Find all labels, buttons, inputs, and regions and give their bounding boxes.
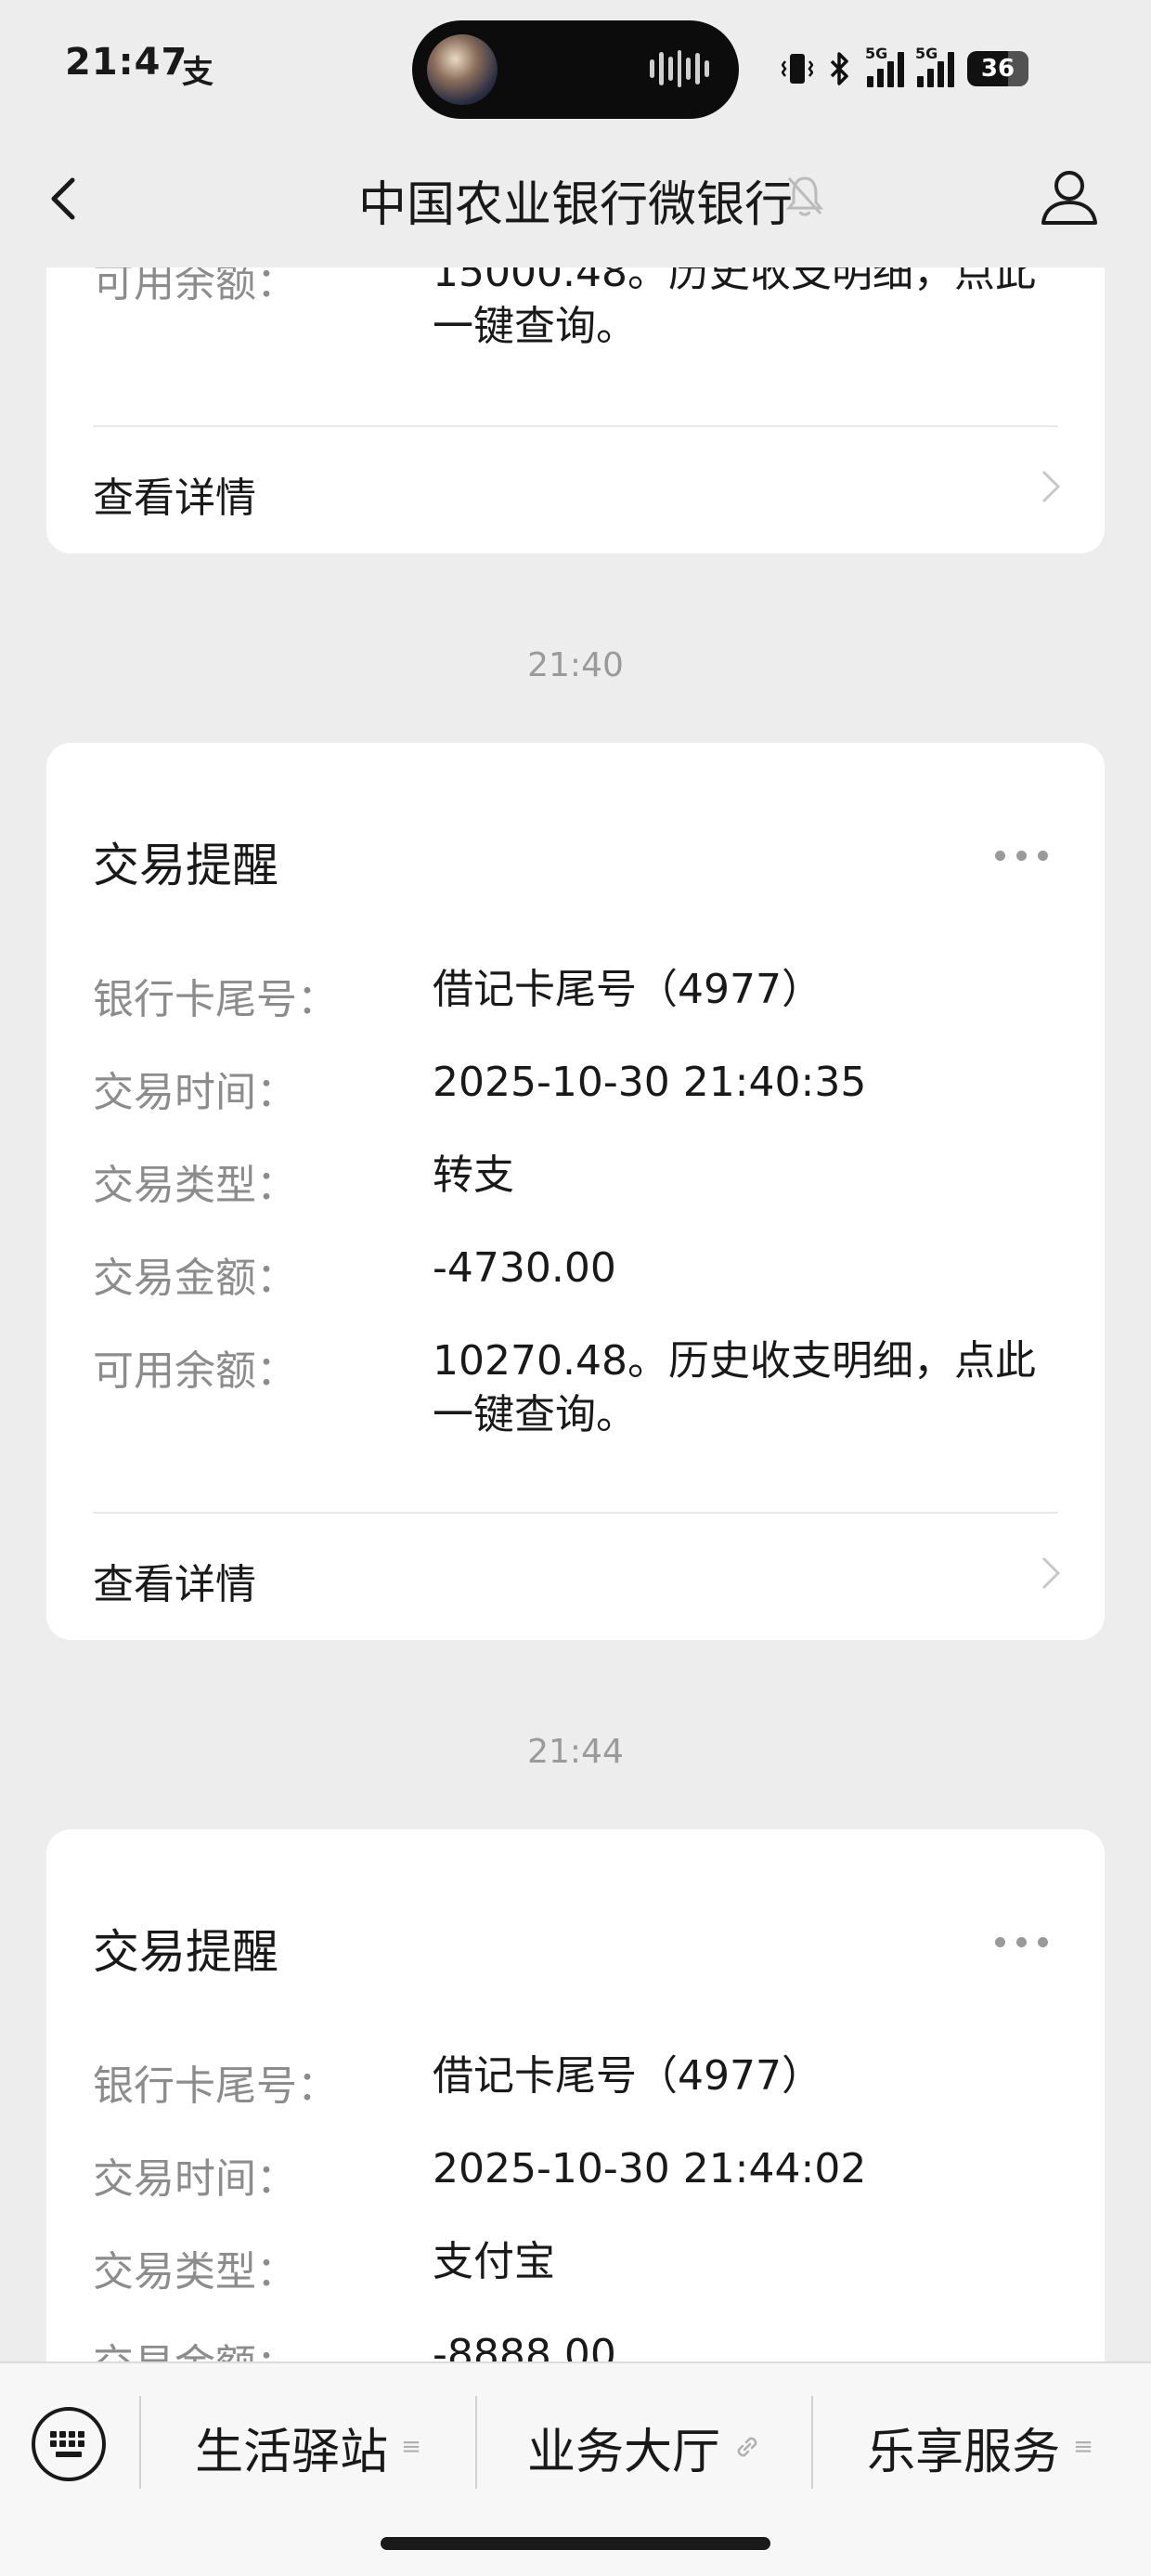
menu-enjoy-service[interactable]: 乐享服务 ≡	[813, 2414, 1147, 2480]
menu-life-station[interactable]: 生活驿站 ≡	[141, 2414, 475, 2480]
view-details-link[interactable]: 查看详情	[93, 464, 256, 524]
signal-icon: 5G	[865, 45, 904, 87]
more-options-icon[interactable]	[995, 1937, 1051, 1950]
transaction-time-value: 2025-10-30 21:40:35	[433, 1059, 867, 1106]
transaction-time-label: 交易时间：	[93, 1069, 297, 1116]
card-number-value: 借记卡尾号（4977）	[433, 2052, 822, 2100]
status-time: 21:47	[65, 41, 188, 84]
message-timestamp: 21:40	[527, 646, 624, 684]
card-number-value: 借记卡尾号（4977）	[433, 966, 822, 1013]
transaction-amount-label: 交易金额：	[93, 1255, 297, 1302]
transaction-type-value: 支付宝	[433, 2238, 555, 2285]
view-details-link[interactable]: 查看详情	[93, 1551, 256, 1610]
card-title: 交易提醒	[93, 1925, 278, 1979]
audio-wave-icon	[650, 46, 710, 91]
more-options-icon[interactable]	[995, 851, 1051, 864]
vibrate-icon	[782, 54, 813, 84]
card-divider	[93, 425, 1058, 427]
network-type-label: 5G	[865, 45, 888, 62]
chevron-right-icon	[1041, 470, 1061, 503]
menu-business-hall[interactable]: 业务大厅	[477, 2414, 811, 2480]
battery-level: 36	[980, 55, 1015, 83]
chat-title-wrap: 中国农业银行微银行	[0, 165, 1151, 235]
signal-icon-2: 5G	[915, 45, 954, 87]
chevron-right-icon	[1041, 1556, 1061, 1590]
available-balance-value-line1: 10270.48。历史收支明细，点此	[433, 1337, 1036, 1385]
available-balance-label: 可用余额：	[93, 1347, 297, 1395]
page-title: 中国农业银行微银行	[357, 177, 793, 233]
card-title: 交易提醒	[93, 839, 278, 892]
transaction-type-value: 转支	[433, 1151, 514, 1199]
alipay-notification-icon: 支	[182, 54, 213, 91]
battery-icon: 36	[967, 51, 1028, 86]
status-icons: 5G 5G 36	[782, 43, 1028, 95]
available-balance-value-line2: 一键查询。	[433, 1391, 637, 1438]
menu-label: 生活驿站	[195, 2424, 389, 2480]
user-icon[interactable]	[1040, 167, 1099, 227]
card-number-label: 银行卡尾号：	[93, 2062, 338, 2110]
home-indicator[interactable]	[381, 2537, 770, 2550]
transaction-amount-value: -4730.00	[433, 1244, 616, 1292]
available-balance-value-line2: 一键查询。	[433, 303, 637, 350]
menu-label: 乐享服务	[867, 2424, 1061, 2480]
network-type-label-2: 5G	[915, 45, 938, 62]
message-timestamp: 21:44	[527, 1733, 624, 1771]
submenu-icon: ≡	[1073, 2433, 1093, 2461]
link-icon	[737, 2437, 757, 2457]
keyboard-icon[interactable]	[30, 2405, 108, 2483]
card-number-label: 银行卡尾号：	[93, 976, 338, 1023]
transaction-time-value: 2025-10-30 21:44:02	[433, 2145, 867, 2192]
menu-label: 业务大厅	[526, 2424, 720, 2480]
card-divider	[93, 1512, 1058, 1514]
transaction-type-label: 交易类型：	[93, 2248, 297, 2296]
transaction-type-label: 交易类型：	[93, 1162, 297, 1209]
bluetooth-icon	[830, 52, 848, 85]
bell-muted-icon	[785, 176, 824, 216]
now-playing-cover[interactable]	[427, 34, 498, 105]
transaction-card: 交易提醒 银行卡尾号： 借记卡尾号（4977） 交易时间： 2025-10-30…	[46, 743, 1105, 1640]
transaction-time-label: 交易时间：	[93, 2155, 297, 2203]
submenu-icon: ≡	[401, 2433, 421, 2461]
